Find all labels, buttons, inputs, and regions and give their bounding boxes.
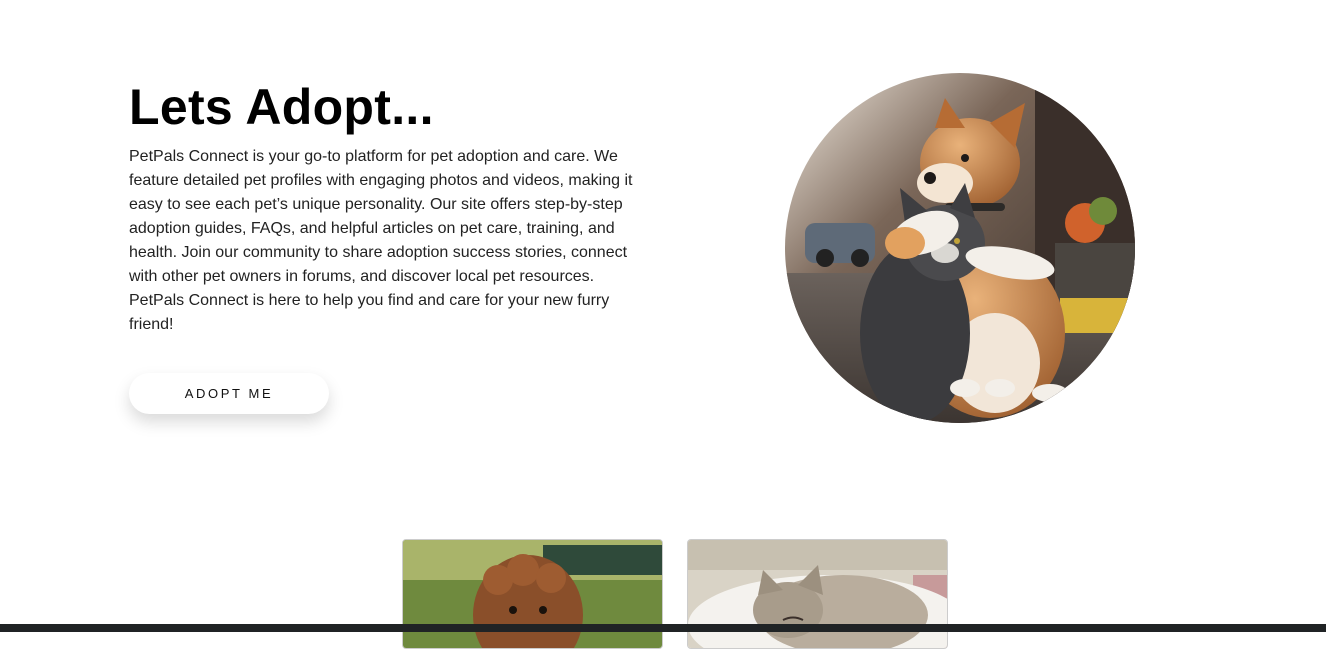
- cat-on-pillow-photo: [688, 540, 947, 648]
- adopt-me-button[interactable]: ADOPT ME: [129, 373, 329, 414]
- dog-hugging-cat-photo: [785, 73, 1135, 423]
- dog-hugging-cat-illustration: [785, 73, 1135, 423]
- hero-description: PetPals Connect is your go-to platform f…: [129, 148, 633, 333]
- curly-dog-photo: [403, 540, 662, 648]
- pet-card-cat[interactable]: [687, 539, 948, 649]
- pet-card-dog[interactable]: [402, 539, 663, 649]
- taskbar: [0, 624, 1326, 632]
- hero-title: Lets Adopt...: [129, 79, 434, 135]
